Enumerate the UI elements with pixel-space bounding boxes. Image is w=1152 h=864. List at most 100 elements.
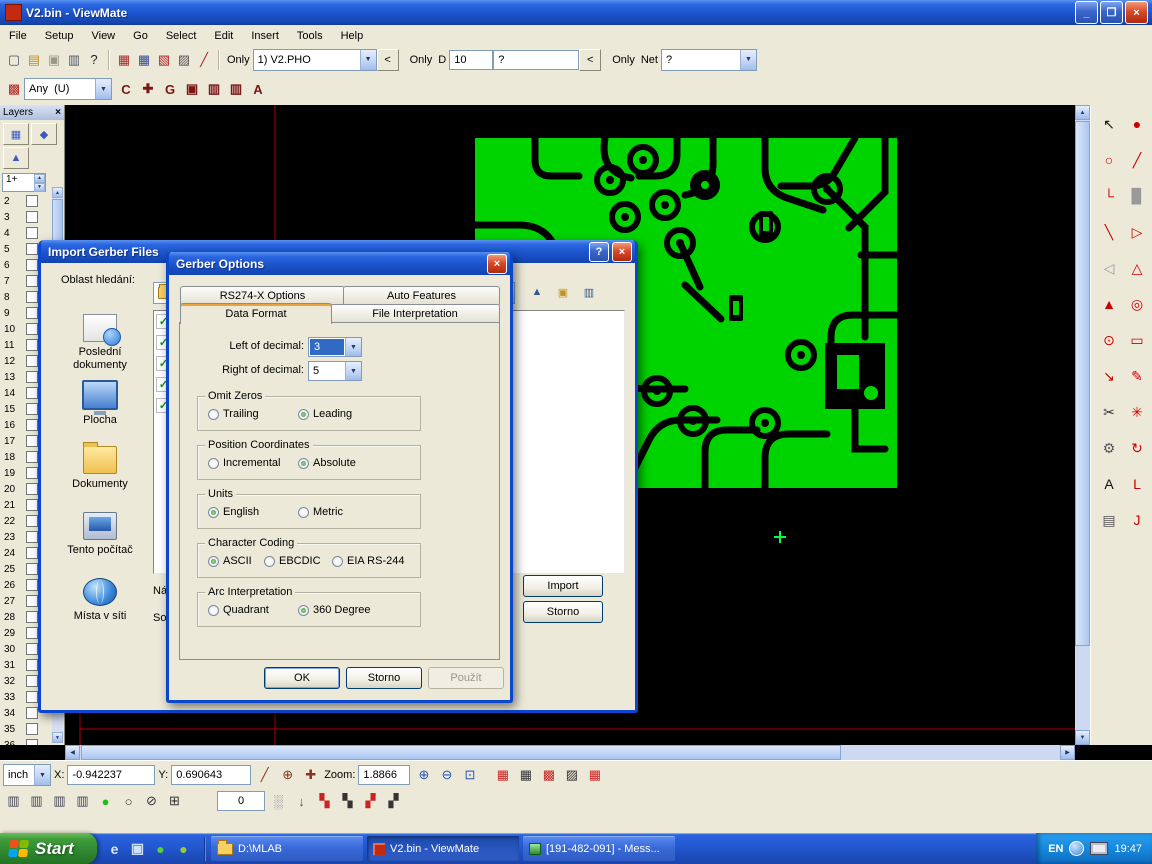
layer-visibility-box[interactable] [26, 627, 38, 639]
dimension-tool-icon[interactable]: L [1125, 473, 1149, 495]
language-indicator[interactable]: EN [1048, 843, 1063, 855]
new-file-icon[interactable]: ▢ [4, 50, 24, 70]
layer-visibility-box[interactable] [26, 515, 38, 527]
layer-film-icon-2[interactable]: ▥ [26, 791, 47, 811]
menu-item[interactable]: Setup [36, 27, 83, 45]
grid-red-icon[interactable]: ▦ [492, 765, 513, 785]
tab-file-interpretation[interactable]: File Interpretation [330, 304, 500, 323]
open-folder-icon[interactable]: ▤ [24, 50, 44, 70]
menu-item[interactable]: Edit [205, 27, 242, 45]
menu-item[interactable]: Help [332, 27, 373, 45]
layer-visibility-box[interactable] [26, 371, 38, 383]
layer-film-icon-4[interactable]: ▥ [72, 791, 93, 811]
pattern-red-icon[interactable]: ▚ [314, 791, 335, 811]
layer-visibility-box[interactable] [26, 707, 38, 719]
draw-slash-icon[interactable]: ╲ [1097, 221, 1121, 243]
layer-swap-button[interactable]: ◆ [31, 123, 57, 145]
scissors-icon[interactable]: ✂ [1097, 401, 1121, 423]
right-of-decimal-combo[interactable]: 5 ▼ [308, 361, 362, 381]
storno-button[interactable]: Storno [523, 601, 603, 623]
layer-visibility-box[interactable] [26, 435, 38, 447]
keyboard-icon[interactable] [1090, 842, 1108, 855]
zoom-out-icon[interactable]: ⊖ [436, 765, 457, 785]
radio-incremental[interactable]: Incremental [208, 457, 280, 469]
circle-slash-icon[interactable]: ⊘ [141, 791, 162, 811]
restore-button[interactable]: ❐ [1100, 1, 1123, 24]
import-button[interactable]: Import [523, 575, 603, 597]
layer-visibility-box[interactable] [26, 387, 38, 399]
places-bar-item[interactable]: Plocha [51, 380, 149, 427]
layer-visibility-box[interactable] [26, 259, 38, 271]
radio-360-degree[interactable]: 360 Degree [298, 604, 371, 616]
radio-eia-rs244[interactable]: EIA RS-244 [332, 555, 404, 567]
radio-absolute[interactable]: Absolute [298, 457, 356, 469]
scroll-up-icon[interactable]: ▲ [52, 187, 63, 198]
minimize-button[interactable]: _ [1075, 1, 1098, 24]
layer-film-icon-1[interactable]: ▥ [3, 791, 24, 811]
dcode-highlight-icon[interactable]: ▦ [114, 50, 134, 70]
tab-auto-features[interactable]: Auto Features [343, 286, 500, 305]
layer-visibility-box[interactable] [26, 611, 38, 623]
layer-visibility-box[interactable] [26, 243, 38, 255]
grid-red2-icon[interactable]: ▦ [584, 765, 605, 785]
draw-circle-icon[interactable]: ◎ [1125, 293, 1149, 315]
dcode-table-icon[interactable]: ▦ [134, 50, 154, 70]
layer-visibility-box[interactable] [26, 659, 38, 671]
dcode-filter-input[interactable]: ? [493, 50, 579, 70]
show-desktop-icon[interactable]: ▣ [128, 839, 147, 858]
apply-button[interactable]: Použít [428, 667, 504, 689]
scroll-left-icon[interactable]: ◀ [65, 745, 80, 760]
scrollbar-thumb[interactable] [81, 745, 841, 760]
layer-visibility-box[interactable] [26, 643, 38, 655]
snap-point-icon[interactable]: ○ [1097, 149, 1121, 171]
layer-visibility-box[interactable] [26, 339, 38, 351]
radio-english[interactable]: English [208, 506, 259, 518]
text-aperture-icon[interactable]: A [248, 79, 268, 99]
layer-visibility-box[interactable] [26, 419, 38, 431]
app-orb2-icon[interactable]: ● [174, 839, 193, 858]
hatch-icon[interactable]: ▥ [204, 79, 224, 99]
highlight-tool-icon[interactable]: ● [1125, 113, 1149, 135]
circle-aperture-icon[interactable]: C [116, 79, 136, 99]
radio-quadrant[interactable]: Quadrant [208, 604, 269, 616]
layer-visibility-box[interactable] [26, 723, 38, 735]
radio-leading[interactable]: Leading [298, 408, 352, 420]
units-combo[interactable]: inch ▼ [3, 764, 51, 786]
chevron-down-icon[interactable]: ▼ [345, 338, 361, 356]
layer-visibility-box[interactable] [26, 579, 38, 591]
datum-icon[interactable]: ✚ [300, 765, 321, 785]
dcode-input[interactable]: 10 [449, 50, 493, 70]
chevron-down-icon[interactable]: ▼ [740, 50, 756, 70]
layer-visibility-box[interactable] [26, 547, 38, 559]
taskbar-task-button[interactable]: V2.bin - ViewMate [367, 836, 519, 861]
status-led-icon[interactable]: ● [95, 791, 116, 811]
table-icon[interactable]: ⊞ [164, 791, 185, 811]
layer-visibility-box[interactable] [26, 355, 38, 367]
text-tool-icon[interactable]: A [1097, 473, 1121, 495]
dot-grid-icon[interactable]: ░ [268, 791, 289, 811]
scroll-right-icon[interactable]: ▶ [1060, 745, 1075, 760]
app-orb-icon[interactable]: ● [151, 839, 170, 858]
dot-grid-down-icon[interactable]: ↓ [291, 791, 312, 811]
x-coordinate-field[interactable]: -0.942237 [67, 765, 155, 785]
places-bar-item[interactable]: Dokumenty [51, 446, 149, 491]
spin-up-icon[interactable]: ▲ [34, 174, 45, 183]
up-folder-icon[interactable]: ▲ [527, 282, 547, 302]
draw-line-icon[interactable]: ╱ [1125, 149, 1149, 171]
layer-visibility-box[interactable] [26, 467, 38, 479]
taskbar-task-button[interactable]: [191-482-091] - Mess... [523, 836, 675, 861]
layer-visibility-box[interactable] [26, 211, 38, 223]
left-of-decimal-combo[interactable]: 3 ▼ [308, 337, 362, 357]
menu-item[interactable]: View [82, 27, 124, 45]
layer-visibility-box[interactable] [26, 691, 38, 703]
layer-table-icon[interactable]: ▨ [174, 50, 194, 70]
layer-visibility-box[interactable] [26, 531, 38, 543]
jumper-tool-icon[interactable]: J [1125, 509, 1149, 531]
grid-mixed-icon[interactable]: ▩ [538, 765, 559, 785]
close-panel-icon[interactable]: × [55, 107, 61, 118]
only-net-label[interactable]: Only [612, 54, 635, 66]
origin-icon[interactable]: ⊕ [277, 765, 298, 785]
asterisk-tool-icon[interactable]: ✳ [1125, 401, 1149, 423]
radio-metric[interactable]: Metric [298, 506, 343, 518]
chevron-down-icon[interactable]: ▼ [345, 362, 361, 380]
